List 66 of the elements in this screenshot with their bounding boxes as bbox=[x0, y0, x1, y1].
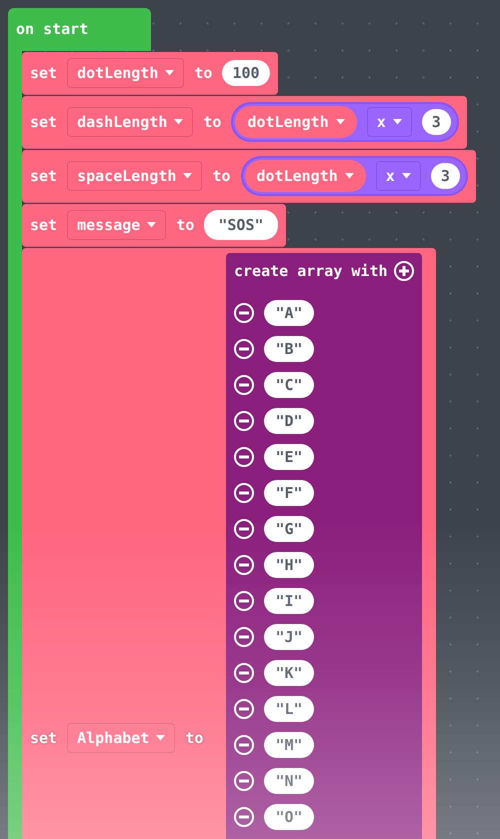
block-label: on start bbox=[16, 20, 88, 38]
text-input[interactable]: "B" bbox=[264, 336, 314, 362]
text-input[interactable]: "E" bbox=[264, 444, 314, 470]
text-input[interactable]: "G" bbox=[264, 516, 314, 542]
number-input[interactable]: 3 bbox=[430, 163, 460, 189]
caret-icon bbox=[156, 735, 166, 741]
caret-icon bbox=[392, 119, 402, 125]
block-label: create array with bbox=[234, 262, 388, 280]
set-variable-block[interactable]: set message to "SOS" bbox=[22, 204, 286, 247]
caret-icon bbox=[174, 119, 184, 125]
text-input[interactable]: "SOS" bbox=[204, 210, 278, 240]
minus-icon[interactable] bbox=[234, 411, 254, 431]
block-label: to bbox=[194, 64, 212, 82]
multiply-block[interactable]: dotLength x 3 bbox=[240, 156, 468, 196]
block-label: to bbox=[176, 216, 194, 234]
array-block[interactable]: create array with "A" "B" "C" "D" "E" "F" "G" "H" "I" "J" "K" "L" "M" "N" "O" bbox=[226, 253, 422, 839]
block-label: to bbox=[203, 113, 222, 131]
number-input[interactable]: 3 bbox=[422, 109, 451, 135]
caret-icon bbox=[344, 173, 354, 179]
minus-icon[interactable] bbox=[234, 303, 254, 323]
block-label: set bbox=[30, 216, 58, 234]
text-input[interactable]: "K" bbox=[264, 660, 314, 686]
block-label: to bbox=[185, 729, 204, 747]
text-input[interactable]: "F" bbox=[264, 480, 314, 506]
text-input[interactable]: "C" bbox=[264, 372, 314, 398]
text-input[interactable]: "D" bbox=[264, 408, 314, 434]
text-input[interactable]: "A" bbox=[264, 300, 314, 326]
minus-icon[interactable] bbox=[234, 555, 254, 575]
operator-dropdown[interactable]: x bbox=[366, 107, 412, 137]
minus-icon[interactable] bbox=[234, 339, 254, 359]
caret-icon bbox=[336, 119, 345, 125]
minus-icon[interactable] bbox=[234, 519, 254, 539]
minus-icon[interactable] bbox=[234, 627, 254, 647]
minus-icon[interactable] bbox=[234, 375, 254, 395]
minus-icon[interactable] bbox=[234, 735, 254, 755]
caret-icon bbox=[183, 173, 192, 179]
minus-icon[interactable] bbox=[234, 591, 254, 611]
block-label: set bbox=[30, 113, 58, 131]
minus-icon[interactable] bbox=[234, 771, 254, 791]
set-variable-block[interactable]: set dotLength to 100 bbox=[22, 52, 278, 95]
set-variable-block[interactable]: set Alphabet to create array with "A" "B" "C" "D" "E" "F" "G" "H" "I" "J" "K" "L" "M" "N" "O" bbox=[22, 248, 436, 839]
set-variable-block[interactable]: set dashLength to dotLength x 3 bbox=[22, 96, 467, 149]
text-input[interactable]: "H" bbox=[264, 552, 314, 578]
minus-icon[interactable] bbox=[234, 807, 254, 827]
text-input[interactable]: "M" bbox=[264, 732, 314, 758]
operator-dropdown[interactable]: x bbox=[376, 161, 421, 191]
plus-icon[interactable] bbox=[394, 261, 414, 281]
block-label: to bbox=[212, 167, 230, 185]
caret-icon bbox=[147, 222, 156, 228]
caret-icon bbox=[165, 70, 174, 76]
block-label: set bbox=[30, 64, 58, 82]
minus-icon[interactable] bbox=[234, 663, 254, 683]
text-input[interactable]: "J" bbox=[264, 624, 314, 650]
text-input[interactable]: "L" bbox=[264, 696, 314, 722]
text-input[interactable]: "I" bbox=[264, 588, 314, 614]
number-input[interactable]: 100 bbox=[222, 60, 270, 86]
text-input[interactable]: "N" bbox=[264, 768, 314, 794]
multiply-block[interactable]: dotLength x 3 bbox=[231, 102, 459, 142]
caret-icon bbox=[402, 173, 411, 179]
text-input[interactable]: "O" bbox=[264, 804, 314, 830]
minus-icon[interactable] bbox=[234, 483, 254, 503]
set-variable-block[interactable]: set spaceLength to dotLength x 3 bbox=[22, 150, 476, 203]
block-label: set bbox=[30, 167, 58, 185]
block-label: set bbox=[30, 729, 58, 747]
minus-icon[interactable] bbox=[234, 447, 254, 467]
minus-icon[interactable] bbox=[234, 699, 254, 719]
